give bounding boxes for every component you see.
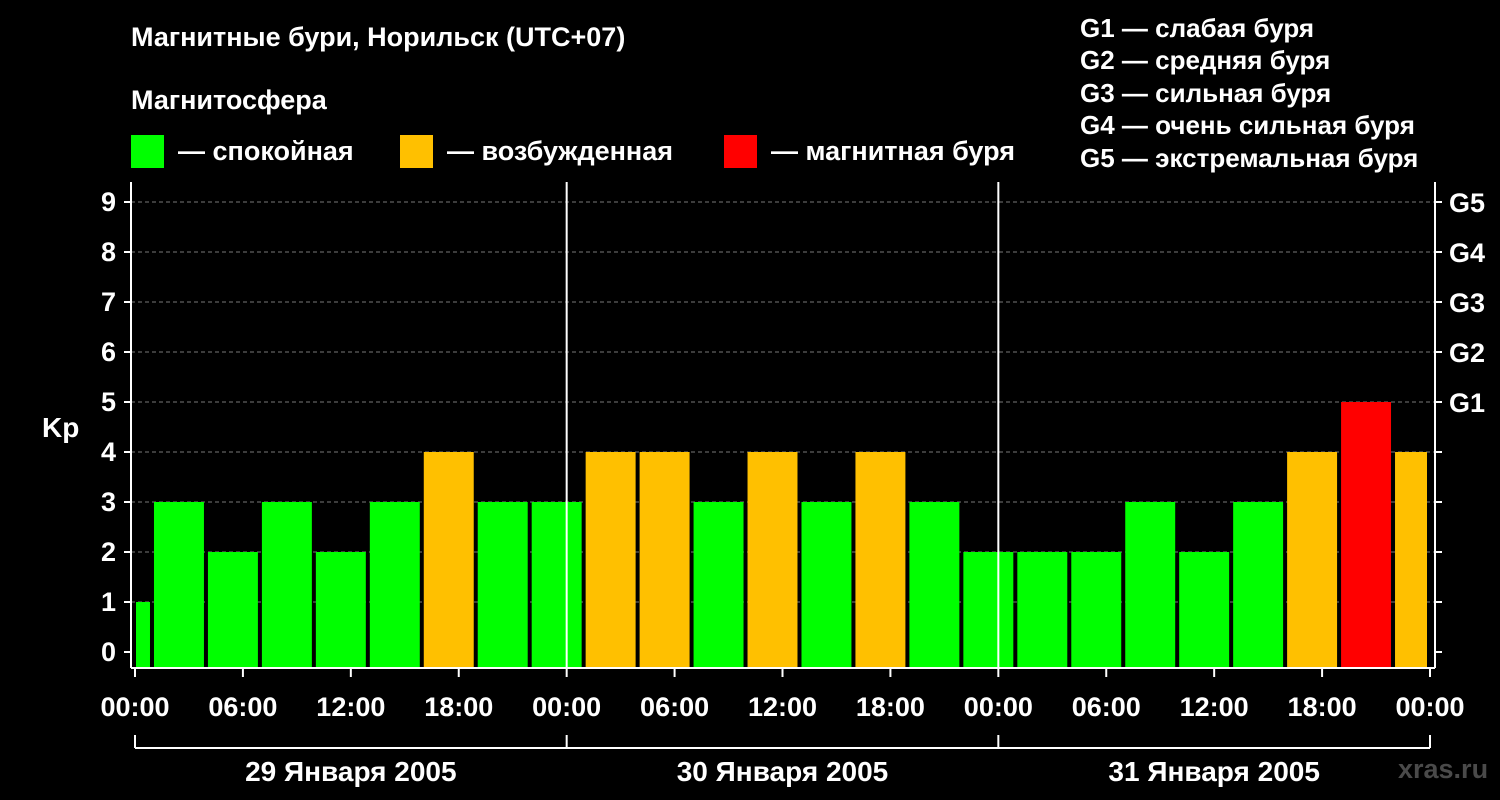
day-label-2: 31 Января 2005 <box>1108 756 1320 787</box>
bar-2 <box>207 552 258 668</box>
x-tick-label-12: 00:00 <box>1395 692 1464 722</box>
g-tick-label-G3: G3 <box>1449 288 1485 318</box>
x-tick-label-6: 12:00 <box>748 692 817 722</box>
x-tick-label-0: 00:00 <box>100 692 169 722</box>
y-tick-label-9: 9 <box>101 187 116 217</box>
g-tick-label-G5: G5 <box>1449 188 1485 218</box>
g-tick-label-G1: G1 <box>1449 388 1485 418</box>
x-tick-label-7: 18:00 <box>856 692 925 722</box>
x-tick-label-3: 18:00 <box>424 692 493 722</box>
y-tick-label-3: 3 <box>101 487 116 517</box>
bar-8 <box>531 502 582 668</box>
bar-6 <box>423 452 474 668</box>
bar-19 <box>1125 502 1176 668</box>
bar-24 <box>1395 452 1427 668</box>
y-tick-label-2: 2 <box>101 537 116 567</box>
y-axis-label: Kp <box>42 412 79 443</box>
bar-3 <box>261 502 312 668</box>
day-label-0: 29 Января 2005 <box>245 756 457 787</box>
x-tick-label-2: 12:00 <box>316 692 385 722</box>
y-tick-label-6: 6 <box>101 337 116 367</box>
bar-7 <box>477 502 528 668</box>
bar-16 <box>963 552 1014 668</box>
bar-17 <box>1017 552 1068 668</box>
bar-15 <box>909 502 960 668</box>
bar-20 <box>1179 552 1230 668</box>
y-tick-label-1: 1 <box>101 587 116 617</box>
y-tick-label-7: 7 <box>101 287 116 317</box>
kp-bar-chart: 0 1 2 3 4 5 6 7 8 9 G1 G2 G3 G4 G5 Kp 00:00 06:00 12:00 18:… <box>42 182 1485 787</box>
bar-4 <box>315 552 366 668</box>
g-tick-label-G2: G2 <box>1449 338 1485 368</box>
bar-9 <box>585 452 636 668</box>
x-tick-label-5: 06:00 <box>640 692 709 722</box>
bar-13 <box>801 502 852 668</box>
y-tick-label-4: 4 <box>101 437 116 467</box>
bar-21 <box>1233 502 1284 668</box>
bar-1 <box>153 502 204 668</box>
bar-22 <box>1287 452 1338 668</box>
bar-11 <box>693 502 744 668</box>
x-tick-label-8: 00:00 <box>964 692 1033 722</box>
bar-23 <box>1341 402 1392 668</box>
bar-14 <box>855 452 906 668</box>
x-tick-label-11: 18:00 <box>1288 692 1357 722</box>
bar-10 <box>639 452 690 668</box>
y-tick-label-8: 8 <box>101 237 116 267</box>
day-label-1: 30 Января 2005 <box>677 756 889 787</box>
bar-12 <box>747 452 798 668</box>
x-tick-label-1: 06:00 <box>208 692 277 722</box>
x-tick-label-10: 12:00 <box>1180 692 1249 722</box>
x-tick-label-4: 00:00 <box>532 692 601 722</box>
x-tick-label-9: 06:00 <box>1072 692 1141 722</box>
g-tick-label-G4: G4 <box>1449 238 1485 268</box>
bar-5 <box>369 502 420 668</box>
bar-0 <box>136 602 150 668</box>
y-tick-label-0: 0 <box>101 637 116 667</box>
y-tick-label-5: 5 <box>101 387 116 417</box>
watermark: xras.ru <box>1398 754 1489 784</box>
bar-18 <box>1071 552 1122 668</box>
